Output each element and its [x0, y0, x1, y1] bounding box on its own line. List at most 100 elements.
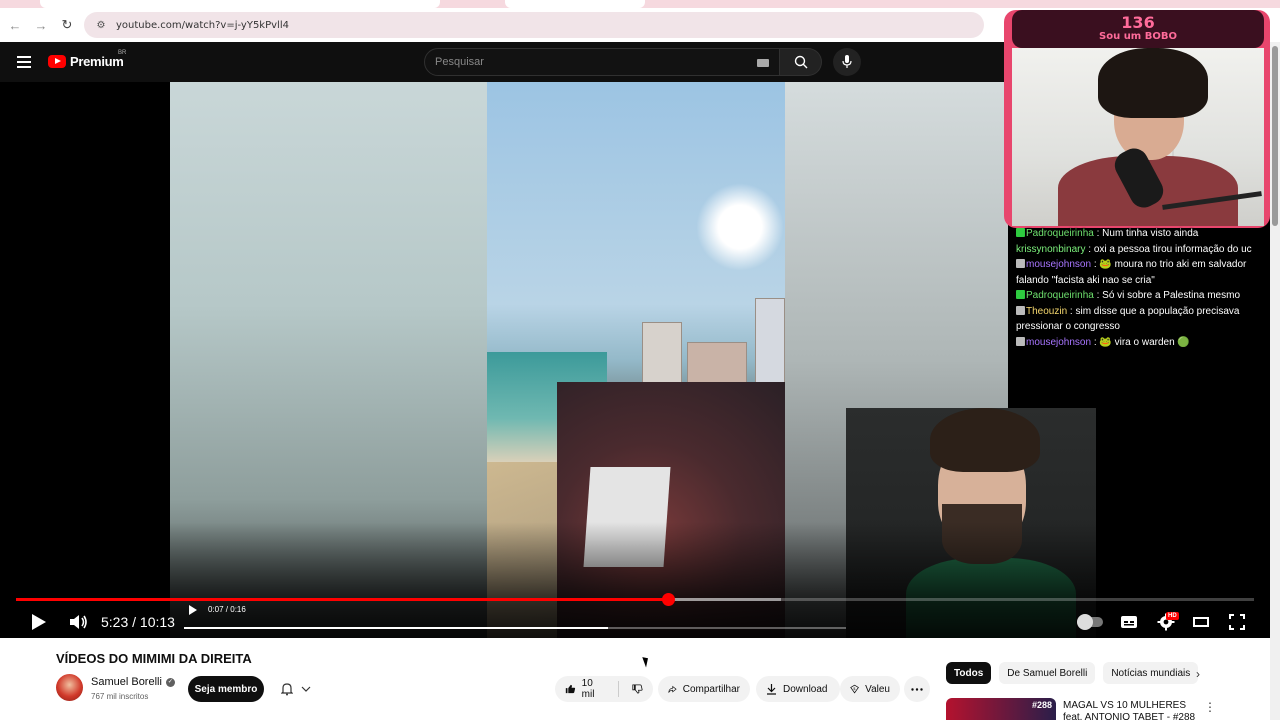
- url-text: youtube.com/watch?v=j-yY5kPvll4: [116, 19, 289, 31]
- page-scrollbar[interactable]: [1270, 42, 1280, 720]
- chat-badge-icon: [1016, 336, 1025, 346]
- subtitles-button[interactable]: [1118, 610, 1140, 634]
- chip-world-news[interactable]: Notícias mundiais: [1103, 662, 1199, 684]
- recommended-video-menu-icon[interactable]: ⋮: [1204, 700, 1216, 714]
- chevron-right-icon[interactable]: ›: [1190, 666, 1206, 682]
- chip-from-channel[interactable]: De Samuel Borelli: [999, 662, 1096, 684]
- notifications-button[interactable]: [272, 676, 320, 702]
- fullscreen-icon: [1229, 614, 1245, 630]
- channel-name: Samuel Borelli: [91, 676, 162, 688]
- chat-message: krissynonbinary : oxi a pessoa tirou inf…: [1016, 242, 1270, 258]
- streamer-overlay-banner: 136 Sou um BOBO: [1012, 10, 1264, 48]
- chat-username: Padroqueirinha: [1026, 290, 1094, 301]
- keyboard-icon[interactable]: [757, 59, 769, 67]
- subtitles-icon: [1121, 616, 1137, 628]
- fullscreen-button[interactable]: [1226, 610, 1248, 634]
- region-label: BR: [118, 50, 127, 56]
- browser-tab[interactable]: [40, 0, 440, 8]
- theater-icon: [1193, 617, 1209, 627]
- like-divider: [617, 681, 619, 697]
- stream-chat-overlay: Padroqueirinha : Num tinha visto ainda kr…: [1016, 226, 1270, 386]
- streamer-webcam: [1012, 48, 1264, 226]
- subscriber-count: 767 mil inscritos: [91, 692, 149, 701]
- brand-label: Premium: [70, 54, 124, 69]
- scrollbar-thumb[interactable]: [1272, 46, 1278, 226]
- chat-username: Theouzin: [1026, 305, 1068, 317]
- channel-avatar[interactable]: [56, 674, 83, 701]
- address-bar[interactable]: ⚙ youtube.com/watch?v=j-yY5kPvll4: [84, 12, 984, 38]
- chat-text: : Num tinha visto ainda: [1093, 228, 1199, 239]
- chat-username: mousejohnson: [1026, 336, 1092, 348]
- video-title: VÍDEOS DO MIMIMI DA DIREITA: [56, 651, 252, 666]
- play-button[interactable]: [28, 610, 50, 634]
- search-input[interactable]: [435, 56, 735, 68]
- chevron-down-icon: [301, 686, 311, 692]
- chat-badge-icon: [1016, 228, 1025, 237]
- recommended-video-thumbnail[interactable]: #288: [946, 698, 1056, 720]
- back-icon[interactable]: ←: [4, 14, 26, 36]
- recommended-video-title[interactable]: MAGAL VS 10 MULHERES feat. ANTONIO TABET…: [1063, 700, 1203, 720]
- chat-text: : 🐸 vira o warden 🟢: [1091, 336, 1190, 348]
- share-button[interactable]: Compartilhar: [658, 676, 750, 702]
- hd-badge: HD: [1166, 612, 1179, 620]
- youtube-play-icon: [48, 55, 66, 68]
- chat-text: : Só vi sobre a Palestina mesmo: [1093, 290, 1241, 301]
- search-button[interactable]: [780, 48, 822, 76]
- chat-message: mousejohnson : 🐸 moura no trio aki em sa…: [1016, 257, 1270, 288]
- channel-link[interactable]: Samuel Borelli ✓: [91, 676, 175, 688]
- overlay-counter: 136: [1121, 13, 1155, 32]
- chip-all[interactable]: Todos: [946, 662, 992, 684]
- like-count[interactable]: 10 mil: [582, 678, 604, 700]
- chat-username: krissynonbinary: [1016, 243, 1086, 255]
- reload-icon[interactable]: ↻: [56, 14, 78, 36]
- more-icon: [911, 687, 923, 691]
- verified-icon: ✓: [165, 677, 175, 687]
- chat-badge-icon: [1016, 290, 1025, 299]
- super-thanks-icon: $: [850, 684, 859, 694]
- volume-icon: [70, 615, 87, 629]
- overlay-caption: Sou um BOBO: [1099, 31, 1177, 42]
- theater-mode-button[interactable]: [1190, 610, 1212, 634]
- chat-badge-icon: [1016, 259, 1025, 268]
- mouse-cursor-icon: [642, 655, 651, 668]
- like-dislike-group: 10 mil: [555, 676, 653, 702]
- menu-icon[interactable]: [17, 56, 31, 68]
- chat-username: Padroqueirinha: [1026, 228, 1094, 239]
- more-actions-button[interactable]: [904, 676, 930, 702]
- microphone-icon: [842, 55, 852, 68]
- progress-bar[interactable]: [16, 593, 1254, 606]
- download-button[interactable]: Download: [756, 676, 840, 702]
- autoplay-toggle[interactable]: [1076, 610, 1104, 634]
- share-icon: [668, 685, 677, 693]
- download-label: Download: [783, 683, 828, 695]
- play-icon: [32, 614, 46, 630]
- player-controls: 5:23 / 10:13: [0, 606, 1270, 638]
- dislike-icon[interactable]: [632, 683, 643, 695]
- chat-message: Theouzin : sim disse que a população pre…: [1016, 304, 1270, 335]
- chat-message: Padroqueirinha : Num tinha visto ainda: [1016, 226, 1270, 242]
- like-icon[interactable]: [565, 683, 576, 695]
- search-icon: [794, 55, 807, 69]
- thanks-label: Valeu: [865, 683, 890, 695]
- forward-icon[interactable]: →: [30, 14, 52, 36]
- search-field: [424, 48, 780, 76]
- chat-message: Padroqueirinha : Só vi sobre a Palestina…: [1016, 288, 1270, 304]
- search-bar: [424, 48, 822, 76]
- related-filter-chips: Todos De Samuel Borelli Notícias mundiai…: [946, 662, 1199, 684]
- chat-text: : oxi a pessoa tirou informação do uc: [1085, 243, 1252, 255]
- join-button[interactable]: Seja membro: [188, 676, 264, 702]
- chat-message: mousejohnson : 🐸 vira o warden 🟢: [1016, 335, 1270, 351]
- thumbnail-number: #288: [1032, 700, 1053, 710]
- share-label: Compartilhar: [682, 683, 740, 695]
- bell-icon: [281, 683, 293, 696]
- voice-search-button[interactable]: [833, 48, 861, 76]
- browser-tab[interactable]: [505, 0, 645, 8]
- site-info-icon[interactable]: ⚙: [94, 18, 108, 32]
- thanks-button[interactable]: $ Valeu: [840, 676, 900, 702]
- youtube-premium-logo[interactable]: Premium BR: [48, 50, 126, 69]
- watch-page-info: VÍDEOS DO MIMIMI DA DIREITA Samuel Borel…: [0, 638, 1280, 720]
- download-icon: [767, 684, 776, 695]
- volume-button[interactable]: [68, 610, 90, 634]
- time-display: 5:23 / 10:13: [101, 614, 175, 630]
- progress-played: [16, 598, 669, 601]
